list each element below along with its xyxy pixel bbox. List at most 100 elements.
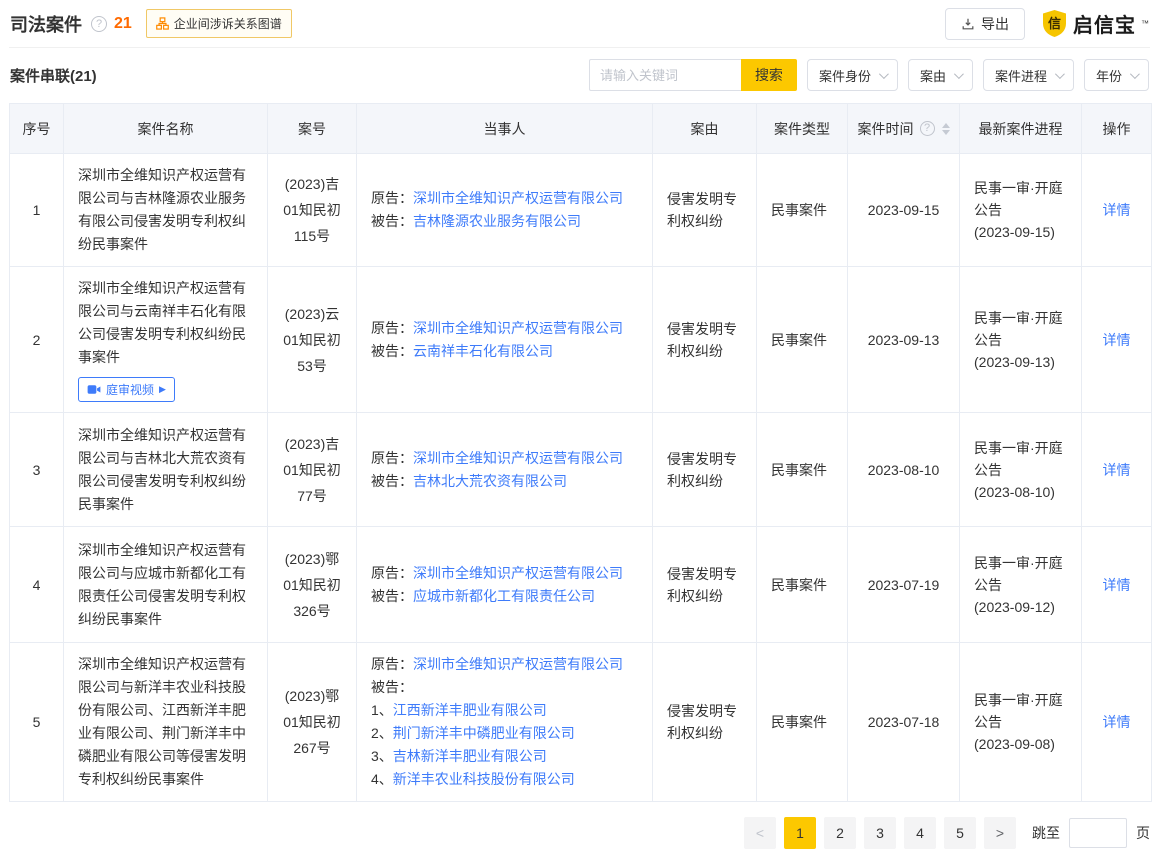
detail-link[interactable]: 详情: [1103, 332, 1131, 348]
company-link[interactable]: 新洋丰农业科技股份有限公司: [393, 771, 575, 787]
party-role-label: 被告：: [371, 343, 413, 359]
filter-toolbar: 案件串联(21) 搜索 案件身份案由案件进程年份: [9, 59, 1150, 91]
court-video-button[interactable]: 庭审视频 ▶: [78, 377, 175, 402]
case-date: 2023-07-18: [848, 643, 960, 802]
page-button-3[interactable]: 3: [864, 817, 896, 849]
parties-cell: 原告：深圳市全维知识产权运营有限公司被告：应城市新都化工有限责任公司: [357, 527, 653, 643]
party-role-label: 原告：: [371, 565, 413, 581]
filter-dropdown[interactable]: 年份: [1084, 59, 1149, 91]
case-progress-date: (2023-09-08): [974, 733, 1067, 755]
case-progress: 民事一审·开庭公告: [974, 177, 1067, 221]
case-name: 深圳市全维知识产权运营有限公司与云南祥丰石化有限公司侵害发明专利权纠纷民事案件: [78, 277, 253, 369]
logo-text: 启信宝: [1073, 9, 1136, 38]
detail-link[interactable]: 详情: [1103, 462, 1131, 478]
company-link[interactable]: 应城市新都化工有限责任公司: [413, 588, 595, 604]
detail-link[interactable]: 详情: [1103, 577, 1131, 593]
party-role-label: 3、: [371, 748, 393, 764]
case-index: 2: [10, 267, 64, 413]
company-link[interactable]: 深圳市全维知识产权运营有限公司: [413, 190, 623, 206]
help-icon[interactable]: ?: [920, 121, 935, 136]
party-line: 被告：应城市新都化工有限责任公司: [371, 585, 638, 608]
case-index: 3: [10, 413, 64, 527]
company-link[interactable]: 吉林隆源农业服务有限公司: [413, 213, 581, 229]
party-line: 原告：深圳市全维知识产权运营有限公司: [371, 653, 638, 676]
case-progress: 民事一审·开庭公告: [974, 307, 1067, 351]
chevron-down-icon: [879, 69, 889, 79]
case-cause: 侵害发明专利权纠纷: [653, 267, 757, 413]
col-header-case-date: 案件时间 ?: [848, 104, 960, 154]
sort-asc-icon[interactable]: [942, 123, 950, 128]
case-number: (2023)吉01知民初115号: [268, 154, 357, 267]
chevron-down-icon: [1130, 69, 1140, 79]
party-line: 4、新洋丰农业科技股份有限公司: [371, 768, 638, 791]
company-link[interactable]: 深圳市全维知识产权运营有限公司: [413, 450, 623, 466]
judicial-cases-page: 司法案件 ? 21 企业间涉诉关系图谱 导出 信: [0, 0, 1159, 849]
case-date-label: 案件时间: [858, 119, 914, 139]
logo-trademark: ™: [1141, 19, 1149, 28]
case-name: 深圳市全维知识产权运营有限公司与吉林北大荒农资有限公司侵害发明专利权纠纷民事案件: [78, 424, 253, 516]
company-link[interactable]: 深圳市全维知识产权运营有限公司: [413, 320, 623, 336]
help-icon[interactable]: ?: [91, 16, 107, 32]
party-role-label: 被告：: [371, 213, 413, 229]
filter-dropdown[interactable]: 案由: [908, 59, 973, 91]
case-index: 1: [10, 154, 64, 267]
jump-page-input[interactable]: [1069, 818, 1127, 848]
case-name: 深圳市全维知识产权运营有限公司与应城市新都化工有限责任公司侵害发明专利权纠纷民事…: [78, 539, 253, 631]
table-row: 2 深圳市全维知识产权运营有限公司与云南祥丰石化有限公司侵害发明专利权纠纷民事案…: [10, 267, 1152, 413]
parties-cell: 原告：深圳市全维知识产权运营有限公司被告：吉林隆源农业服务有限公司: [357, 154, 653, 267]
filter-dropdown[interactable]: 案件身份: [807, 59, 898, 91]
case-date: 2023-08-10: [848, 413, 960, 527]
page-button-1[interactable]: 1: [784, 817, 816, 849]
filter-label: 年份: [1096, 66, 1122, 85]
chevron-down-icon: [1055, 69, 1065, 79]
parties-cell: 原告：深圳市全维知识产权运营有限公司被告：云南祥丰石化有限公司: [357, 267, 653, 413]
company-link[interactable]: 江西新洋丰肥业有限公司: [393, 702, 547, 718]
prev-page-button[interactable]: <: [744, 817, 776, 849]
detail-link[interactable]: 详情: [1103, 202, 1131, 218]
video-camera-icon: [87, 384, 101, 395]
party-line: 2、荆门新洋丰中磷肥业有限公司: [371, 722, 638, 745]
next-page-button[interactable]: >: [984, 817, 1016, 849]
table-row: 5 深圳市全维知识产权运营有限公司与新洋丰农业科技股份有限公司、江西新洋丰肥业有…: [10, 643, 1152, 802]
sort-desc-icon[interactable]: [942, 130, 950, 135]
case-type: 民事案件: [757, 154, 848, 267]
export-button[interactable]: 导出: [945, 8, 1025, 40]
table-row: 4 深圳市全维知识产权运营有限公司与应城市新都化工有限责任公司侵害发明专利权纠纷…: [10, 527, 1152, 643]
search-input[interactable]: [589, 59, 741, 91]
case-progress-date: (2023-08-10): [974, 481, 1067, 503]
download-icon: [961, 17, 975, 31]
table-header-row: 序号 案件名称 案号 当事人 案由 案件类型 案件时间 ? 最新: [10, 104, 1152, 154]
case-name: 深圳市全维知识产权运营有限公司与新洋丰农业科技股份有限公司、江西新洋丰肥业有限公…: [78, 653, 253, 791]
company-link[interactable]: 吉林北大荒农资有限公司: [413, 473, 567, 489]
detail-link[interactable]: 详情: [1103, 714, 1131, 730]
company-link[interactable]: 吉林新洋丰肥业有限公司: [393, 748, 547, 764]
case-number: (2023)吉01知民初77号: [268, 413, 357, 527]
sort-toggle[interactable]: [942, 123, 950, 135]
col-header-parties: 当事人: [357, 104, 653, 154]
party-line: 被告：: [371, 676, 638, 699]
search-button[interactable]: 搜索: [741, 59, 797, 91]
company-link[interactable]: 深圳市全维知识产权运营有限公司: [413, 565, 623, 581]
company-link[interactable]: 深圳市全维知识产权运营有限公司: [413, 656, 623, 672]
page-button-5[interactable]: 5: [944, 817, 976, 849]
page-button-2[interactable]: 2: [824, 817, 856, 849]
filter-dropdown[interactable]: 案件进程: [983, 59, 1074, 91]
company-link[interactable]: 云南祥丰石化有限公司: [413, 343, 553, 359]
case-count-badge: 21: [114, 15, 132, 33]
party-line: 1、江西新洋丰肥业有限公司: [371, 699, 638, 722]
col-header-index: 序号: [10, 104, 64, 154]
logo-shield-icon: 信: [1041, 9, 1068, 38]
case-progress: 民事一审·开庭公告: [974, 437, 1067, 481]
party-line: 原告：深圳市全维知识产权运营有限公司: [371, 187, 638, 210]
table-row: 3 深圳市全维知识产权运营有限公司与吉林北大荒农资有限公司侵害发明专利权纠纷民事…: [10, 413, 1152, 527]
case-number: (2023)鄂01知民初326号: [268, 527, 357, 643]
litigation-graph-button[interactable]: 企业间涉诉关系图谱: [146, 9, 292, 38]
party-line: 被告：吉林北大荒农资有限公司: [371, 470, 638, 493]
col-header-case-name: 案件名称: [64, 104, 268, 154]
parties-cell: 原告：深圳市全维知识产权运营有限公司被告：吉林北大荒农资有限公司: [357, 413, 653, 527]
page-button-4[interactable]: 4: [904, 817, 936, 849]
company-link[interactable]: 荆门新洋丰中磷肥业有限公司: [393, 725, 575, 741]
case-name: 深圳市全维知识产权运营有限公司与吉林隆源农业服务有限公司侵害发明专利权纠纷民事案…: [78, 164, 253, 256]
chevron-down-icon: [954, 69, 964, 79]
play-icon: ▶: [159, 385, 166, 394]
